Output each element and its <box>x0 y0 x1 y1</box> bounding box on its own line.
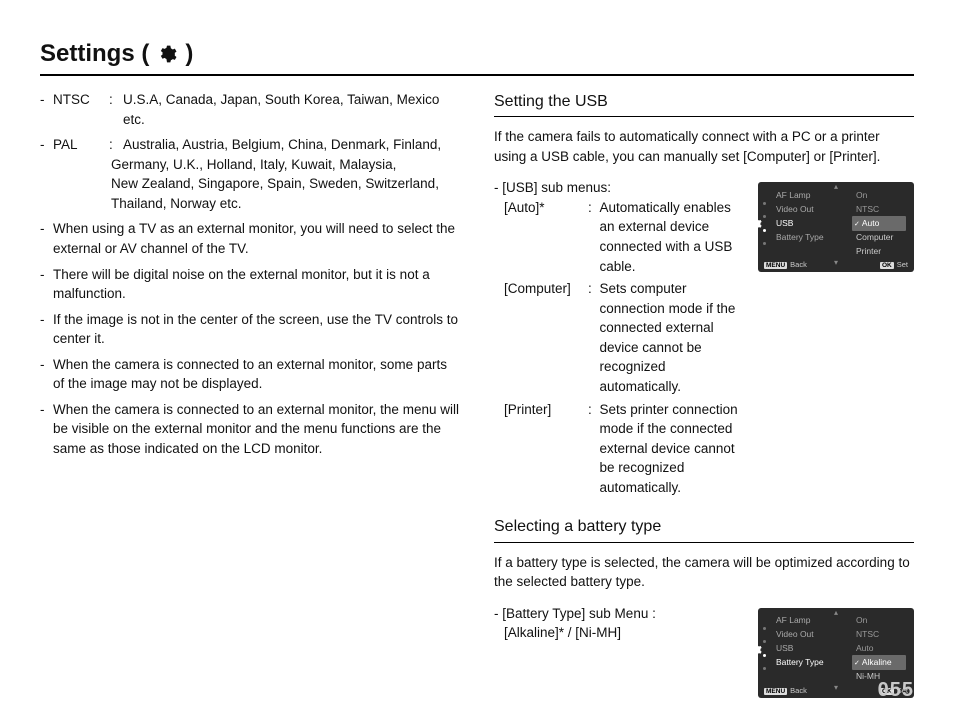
battery-sub-values: [Alkaline]* / [Ni-MH] <box>504 623 742 643</box>
pal-value-2: Germany, U.K., Holland, Italy, Kuwait, M… <box>53 155 460 175</box>
left-column: NTSC:U.S.A, Canada, Japan, South Korea, … <box>40 90 460 714</box>
note-tv-channel: When using a TV as an external monitor, … <box>40 219 460 258</box>
pal-value-4: Thailand, Norway etc. <box>53 194 460 214</box>
osd-back-label: MENUBack <box>764 686 807 696</box>
note-menu-visible: When the camera is connected to an exter… <box>40 400 460 459</box>
osd-set-label: OKSet <box>880 260 908 270</box>
osd-tab-indicator <box>762 196 766 250</box>
note-center-image: If the image is not in the center of the… <box>40 310 460 349</box>
pal-value-3: New Zealand, Singapore, Spain, Sweden, S… <box>53 174 460 194</box>
title-rule <box>40 74 914 76</box>
osd-row-battery-type: Battery TypeAlkaline <box>764 656 908 670</box>
pal-value-1: Australia, Austria, Belgium, China, Denm… <box>123 135 460 155</box>
battery-intro: If a battery type is selected, the camer… <box>494 553 914 592</box>
settings-gear-icon <box>157 44 177 64</box>
osd-usb: ▴ AF LampOn Video OutNTSC USBAuto Batter… <box>758 182 914 272</box>
ntsc-value: U.S.A, Canada, Japan, South Korea, Taiwa… <box>123 90 460 129</box>
battery-heading: Selecting a battery type <box>494 515 914 538</box>
ntsc-key: NTSC <box>53 90 105 129</box>
osd-back-label: MENUBack <box>764 260 807 270</box>
usb-heading: Setting the USB <box>494 90 914 113</box>
osd-row-usb: USBAuto <box>764 216 908 230</box>
usb-rule <box>494 116 914 117</box>
osd-gear-icon <box>748 642 762 659</box>
usb-auto-def: [Auto]*: Automatically enables an extern… <box>504 198 742 276</box>
page-title: Settings ( ) <box>40 40 914 68</box>
osd-row-video-out: Video OutNTSC <box>764 202 908 216</box>
battery-sub-label: - [Battery Type] sub Menu : <box>494 604 742 624</box>
note-some-parts: When the camera is connected to an exter… <box>40 355 460 394</box>
usb-printer-def: [Printer]: Sets printer connection mode … <box>504 400 742 498</box>
usb-computer-def: [Computer]: Sets computer connection mod… <box>504 279 742 396</box>
ntsc-line: NTSC:U.S.A, Canada, Japan, South Korea, … <box>40 90 460 129</box>
usb-intro: If the camera fails to automatically con… <box>494 127 914 166</box>
osd-row-battery-type: Battery TypeComputer <box>764 230 908 244</box>
osd-arrow-up-icon: ▴ <box>834 607 838 619</box>
battery-rule <box>494 542 914 543</box>
osd-arrow-up-icon: ▴ <box>834 181 838 193</box>
osd-gear-icon <box>748 217 762 234</box>
right-column: Setting the USB If the camera fails to a… <box>494 90 914 714</box>
osd-tab-indicator <box>762 622 766 676</box>
osd-row-usb: USBAuto <box>764 642 908 656</box>
page-number: 055 <box>878 679 914 702</box>
usb-submenus-label: - [USB] sub menus: <box>494 178 742 198</box>
note-digital-noise: There will be digital noise on the exter… <box>40 265 460 304</box>
pal-line: PAL:Australia, Austria, Belgium, China, … <box>40 135 460 213</box>
page-title-suffix: ) <box>185 40 193 68</box>
osd-row-video-out: Video OutNTSC <box>764 628 908 642</box>
page-title-prefix: Settings ( <box>40 40 149 68</box>
pal-key: PAL <box>53 135 105 155</box>
